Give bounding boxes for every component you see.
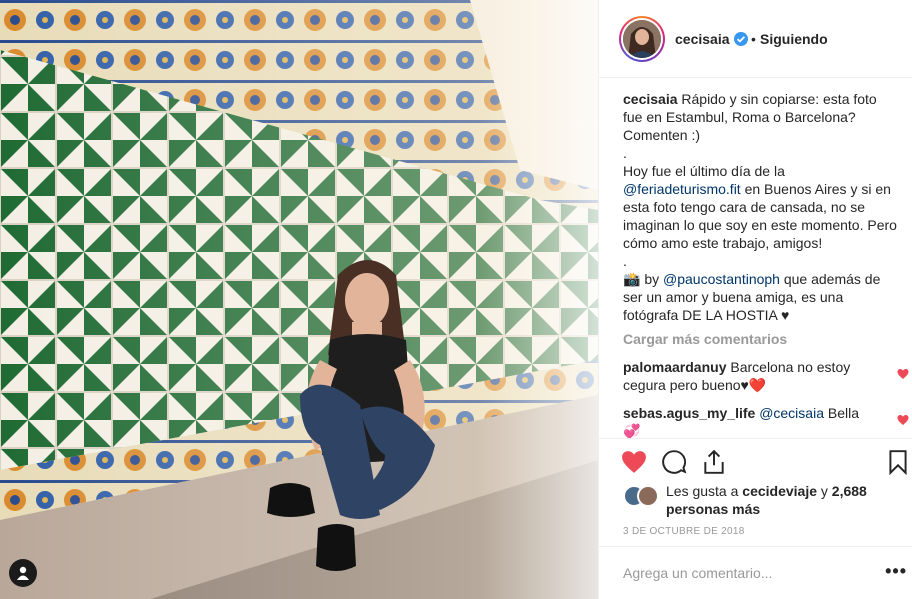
liker-avatar[interactable] (637, 485, 659, 507)
following-button[interactable]: Siguiendo (760, 31, 828, 47)
liker-username[interactable]: cecideviaje (742, 483, 817, 499)
post-sidebar: cecisaia • Siguiendo cecisaia Rápido y s… (598, 0, 912, 599)
story-avatar-ring[interactable] (619, 16, 665, 62)
load-more-comments-button[interactable]: Cargar más comentarios (623, 330, 899, 348)
caption-dot-1: . (623, 145, 627, 161)
likes-summary: Les gusta a cecideviaje y 2,688 personas… (623, 482, 903, 518)
mention-link[interactable]: @cecisaia (759, 405, 824, 421)
post-actions-bar (599, 438, 912, 478)
more-options-button[interactable]: ••• (885, 561, 907, 582)
comments-area: cecisaia Rápido y sin copiarse: esta fot… (623, 90, 909, 440)
avatar[interactable] (623, 20, 661, 58)
like-heart-icon[interactable] (621, 449, 647, 475)
separator-dot: • (751, 31, 756, 47)
verified-badge-icon (734, 32, 748, 46)
likes-middle: y (817, 483, 832, 499)
post-author-username[interactable]: cecisaia (675, 31, 730, 47)
comment-like-heart-icon[interactable] (897, 368, 909, 380)
bookmark-icon[interactable] (885, 449, 911, 475)
mention-link[interactable]: @paucostantinoph (663, 271, 780, 287)
post-date[interactable]: 3 DE OCTUBRE DE 2018 (623, 526, 745, 537)
comment-input[interactable]: Agrega un comentario... (623, 565, 772, 581)
photo-illustration (0, 0, 598, 599)
likes-prefix: Les gusta a (666, 483, 743, 499)
comment-username[interactable]: palomaardanuy (623, 359, 726, 375)
caption-dot-2: . (623, 253, 627, 269)
caption-username[interactable]: cecisaia (623, 91, 678, 107)
comment-bubble-icon[interactable] (661, 449, 687, 475)
comment-item: sebas.agus_my_life @cecisaia Bella 💞 (623, 404, 909, 440)
add-comment-bar: Agrega un comentario... ••• (599, 546, 912, 599)
mention-link[interactable]: @feriadeturismo.fit (623, 181, 741, 197)
post-photo[interactable] (0, 0, 598, 599)
user-tag-icon (17, 566, 29, 580)
share-upload-icon[interactable] (701, 449, 727, 475)
user-tag-button[interactable] (9, 559, 37, 587)
post-caption: cecisaia Rápido y sin copiarse: esta fot… (623, 90, 899, 324)
caption-text-2a: Hoy fue el último día de la (623, 163, 789, 179)
comment-username[interactable]: sebas.agus_my_life (623, 405, 755, 421)
post-header: cecisaia • Siguiendo (599, 0, 912, 78)
caption-text-3a: 📸 by (623, 271, 663, 287)
comment-item: palomaardanuy Barcelona no estoy cegura … (623, 358, 909, 394)
comment-like-heart-icon[interactable] (897, 414, 909, 426)
